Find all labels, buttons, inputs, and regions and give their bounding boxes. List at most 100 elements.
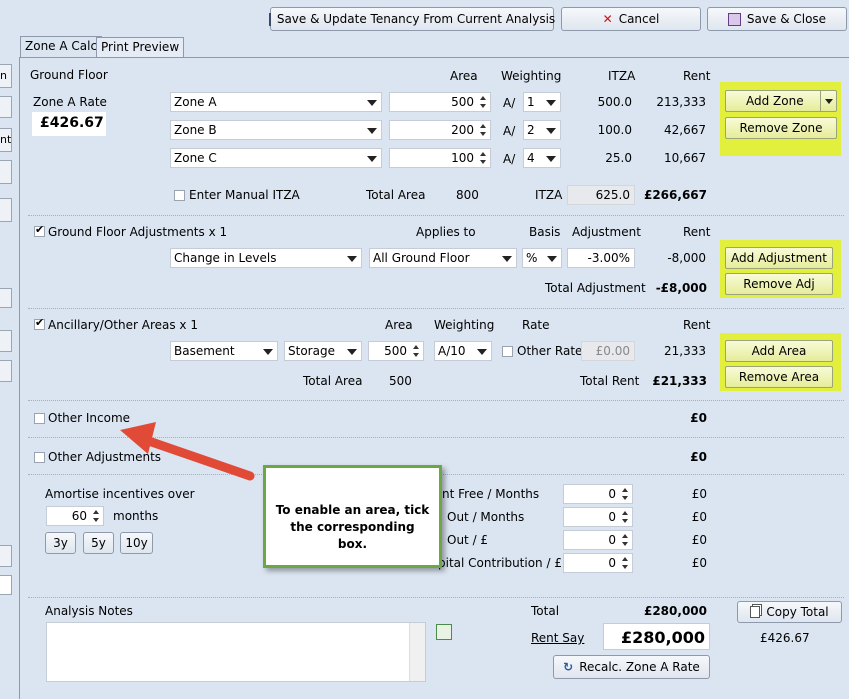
recalc-label: Recalc. Zone A Rate (579, 660, 700, 674)
incentive-value: 0 (608, 510, 616, 524)
zone-a-prefix: A/ (503, 96, 516, 110)
itza-header: ITZA (608, 69, 636, 83)
incentive-label: nt Free / Months (442, 487, 540, 501)
zone-weighting-select[interactable]: 2 (523, 120, 561, 140)
tab-print-preview[interactable]: Print Preview (96, 37, 185, 57)
ancillary-checkbox[interactable] (34, 316, 45, 330)
adjustment-input[interactable]: -3.00% (567, 248, 635, 268)
other-rate-label: Other Rate (517, 344, 583, 358)
left-stub-7[interactable] (0, 330, 12, 352)
amortise-10y-button[interactable]: 10y (120, 532, 153, 554)
remove-adjustment-button[interactable]: Remove Adj (725, 273, 833, 295)
button-label: 3y (53, 536, 68, 550)
floor-select[interactable]: Basement (170, 341, 278, 361)
zone-area-input[interactable]: 100 (389, 148, 491, 168)
remove-zone-label: Remove Zone (739, 121, 823, 135)
use-select[interactable]: Storage (284, 341, 362, 361)
total-rent-value: £21,333 (652, 374, 707, 388)
zone-a-rate-value: £426.67 (32, 112, 106, 136)
total-rent-label: Total Rent (580, 374, 640, 388)
adjustments-checkbox[interactable] (34, 223, 45, 237)
applies-to-select[interactable]: All Ground Floor (369, 248, 517, 268)
applies-to-header: Applies to (416, 225, 476, 239)
other-rate-field: £0.00 (581, 341, 635, 361)
spellcheck-icon[interactable] (436, 624, 452, 640)
copy-total-button[interactable]: Copy Total (737, 601, 842, 623)
ancillary-area: 500 (384, 344, 407, 358)
zone-weighting: 4 (527, 151, 535, 165)
tab-zone-a-calc[interactable]: Zone A Calc (20, 36, 103, 58)
total-adjustment-value: -£8,000 (655, 281, 707, 295)
zone-select[interactable]: Zone B (170, 120, 382, 140)
rent-say-input[interactable]: £280,000 (603, 623, 710, 650)
close-icon: ✕ (602, 12, 613, 26)
ancillary-weighting-select[interactable]: A/10 (434, 341, 492, 361)
zone-weighting-select[interactable]: 1 (523, 92, 561, 112)
total-adjustment-label: Total Adjustment (545, 281, 646, 295)
zone-a-rate-label: Zone A Rate (33, 95, 107, 109)
incentive-value: 0 (608, 487, 616, 501)
remove-area-label: Remove Area (738, 370, 820, 384)
amortise-3y-button[interactable]: 3y (45, 532, 76, 554)
zone-name: Zone C (174, 151, 217, 165)
weighting-header: Weighting (501, 69, 562, 83)
zone-name: Zone B (174, 123, 217, 137)
save-close-button[interactable]: Save & Close (707, 7, 847, 31)
adjustment-type: Change in Levels (174, 251, 277, 265)
basis-value: % (526, 251, 538, 265)
cancel-label: Cancel (618, 12, 660, 26)
zone-weighting: 2 (527, 123, 535, 137)
amortise-months-input[interactable]: 60 (46, 506, 104, 526)
rent-say-label: Rent Say (531, 631, 585, 645)
analysis-notes-textarea[interactable] (46, 622, 426, 682)
ancillary-rent: 21,333 (664, 344, 706, 358)
zone-area-input[interactable]: 500 (389, 92, 491, 112)
section-divider (28, 215, 844, 216)
zone-area-input[interactable]: 200 (389, 120, 491, 140)
adjustment-type-select[interactable]: Change in Levels (170, 248, 362, 268)
incentive-value: 0 (608, 533, 616, 547)
other-adjustments-checkbox[interactable] (34, 452, 45, 463)
remove-area-button[interactable]: Remove Area (725, 366, 833, 388)
left-stub-6[interactable] (0, 288, 12, 308)
left-stub-10[interactable] (0, 575, 12, 595)
add-zone-button[interactable]: Add Zone (725, 90, 837, 112)
left-stub-8[interactable] (0, 360, 12, 382)
left-stub-5[interactable] (0, 198, 12, 222)
remove-zone-button[interactable]: Remove Zone (725, 117, 837, 139)
other-rate-checkbox[interactable] (502, 346, 513, 357)
add-area-button[interactable]: Add Area (725, 340, 833, 362)
ancillary-area-header: Area (385, 318, 413, 332)
zone-rent: 42,667 (664, 123, 706, 137)
cancel-button[interactable]: ✕ Cancel (561, 7, 701, 31)
amortise-months: 60 (71, 509, 87, 523)
total-area-label: Total Area (366, 188, 426, 202)
applies-to-value: All Ground Floor (373, 251, 470, 265)
incentive-input[interactable]: 0 (563, 553, 633, 573)
amortise-5y-button[interactable]: 5y (83, 532, 114, 554)
zone-select[interactable]: Zone C (170, 148, 382, 168)
add-adjustment-button[interactable]: Add Adjustment (725, 247, 833, 269)
incentive-amount: £0 (691, 510, 707, 524)
ancillary-area-input[interactable]: 500 (368, 341, 424, 361)
other-income-checkbox[interactable] (34, 413, 45, 424)
incentive-input[interactable]: 0 (563, 530, 633, 550)
scrollbar[interactable] (409, 623, 425, 681)
left-stub-1[interactable]: n (0, 64, 12, 88)
recalc-zone-a-rate-button[interactable]: ↻ Recalc. Zone A Rate (553, 655, 710, 679)
save-update-tenancy-button[interactable]: Save & Update Tenancy From Current Analy… (268, 7, 555, 31)
left-stub-4[interactable] (0, 160, 12, 184)
basis-select[interactable]: % (522, 248, 562, 268)
zone-select[interactable]: Zone A (170, 92, 382, 112)
left-stub-2[interactable] (0, 96, 12, 118)
zone-itza: 100.0 (597, 123, 632, 137)
left-stub-9[interactable] (0, 545, 12, 567)
analysis-notes-label: Analysis Notes (45, 604, 133, 618)
left-stub-3[interactable]: nt (0, 128, 12, 152)
manual-itza-checkbox[interactable] (174, 190, 185, 201)
incentive-input[interactable]: 0 (563, 484, 633, 504)
incentive-input[interactable]: 0 (563, 507, 633, 527)
remove-adjustment-label: Remove Adj (743, 277, 815, 291)
total-label: Total (531, 604, 560, 618)
zone-weighting-select[interactable]: 4 (523, 148, 561, 168)
